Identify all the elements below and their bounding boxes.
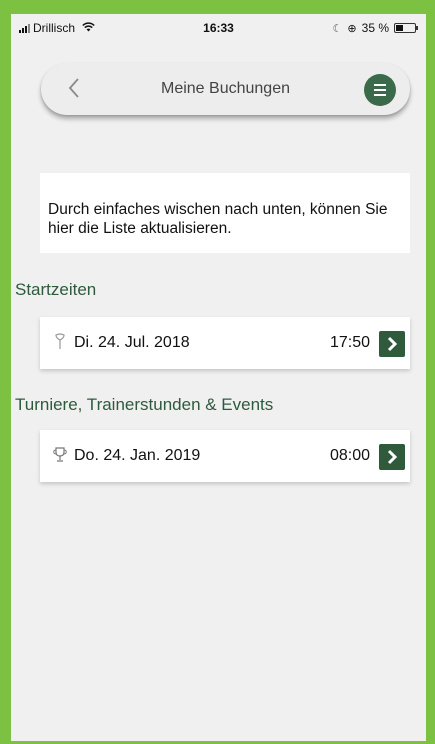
booking-date: Di. 24. Jul. 2018 (74, 334, 190, 351)
booking-time: 08:00 (329, 447, 370, 464)
booking-row-event[interactable]: Do. 24. Jan. 2019 08:00 (40, 430, 410, 482)
section-title-events: Turniere, Trainerstunden & Events (15, 395, 274, 414)
booking-row-startzeit[interactable]: Di. 24. Jul. 2018 17:50 (40, 317, 410, 369)
chevron-right-icon (387, 336, 398, 352)
battery-icon (394, 23, 418, 33)
page-title: Meine Buchungen (161, 80, 290, 97)
status-bar: Drillisch 16:33 ☾ ⊕ 35 % (11, 14, 426, 42)
chevron-right-icon (387, 449, 398, 465)
menu-button[interactable] (364, 74, 396, 106)
app-screen: Drillisch 16:33 ☾ ⊕ 35 % Meine Buchungen… (11, 14, 426, 741)
moon-icon: ☾ (332, 22, 343, 35)
status-right: ☾ ⊕ 35 % (332, 21, 418, 35)
section-title-startzeiten: Startzeiten (15, 280, 97, 299)
booking-time: 17:50 (329, 334, 370, 351)
trophy-icon (53, 446, 67, 464)
refresh-hint: Durch einfaches wischen nach unten, könn… (40, 173, 410, 253)
open-booking-button[interactable] (379, 444, 405, 470)
golf-tee-icon (53, 333, 67, 351)
booking-date: Do. 24. Jan. 2019 (74, 447, 201, 464)
hamburger-menu-icon (374, 84, 386, 86)
open-booking-button[interactable] (379, 331, 405, 357)
nav-bar: Meine Buchungen (41, 63, 410, 115)
battery-percent: 35 % (361, 21, 389, 35)
orientation-lock-icon: ⊕ (347, 22, 357, 35)
